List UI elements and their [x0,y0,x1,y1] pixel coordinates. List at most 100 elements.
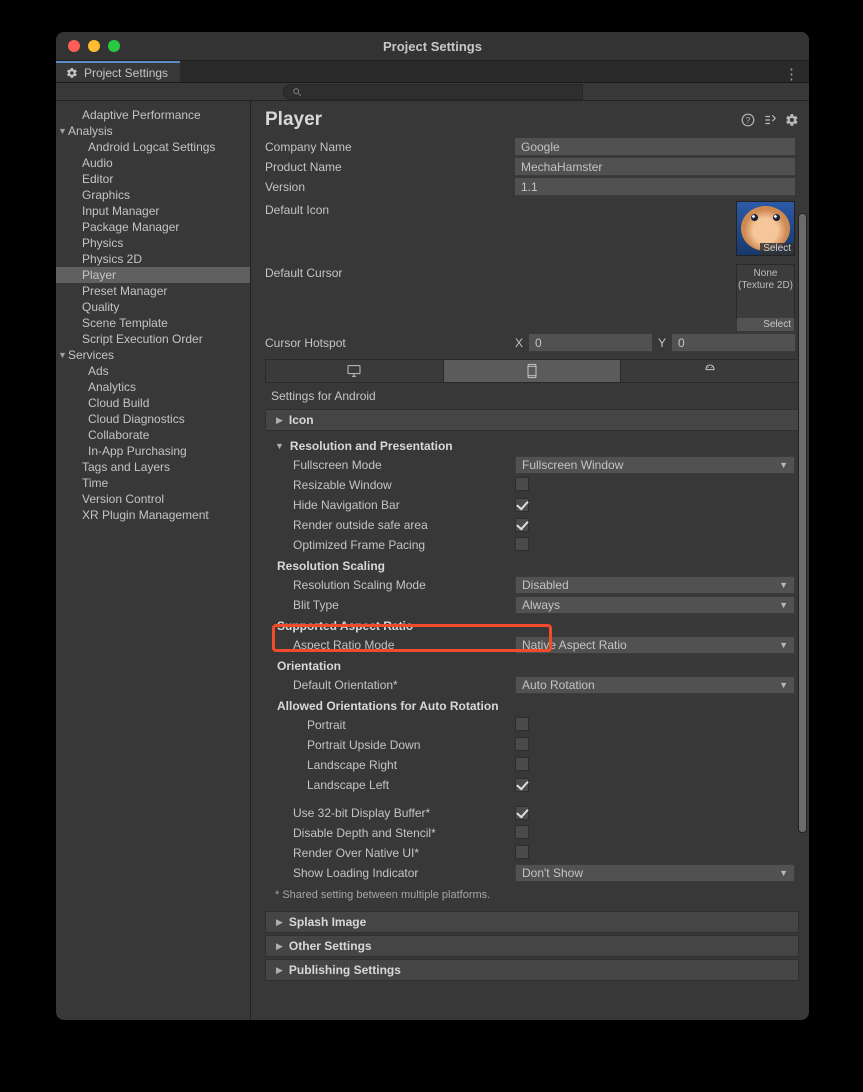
settings-icon[interactable] [785,113,799,127]
sidebar-item-xr-plugin-management[interactable]: XR Plugin Management [56,507,250,523]
section-icon[interactable]: ▶Icon [265,409,799,431]
sidebar-item-services[interactable]: ▼Services [56,347,250,363]
select-icon-button[interactable]: Select [760,243,794,255]
sidebar-item-cloud-build[interactable]: Cloud Build [56,395,250,411]
aspect-mode-dropdown[interactable]: Native Aspect Ratio▼ [515,636,795,654]
label-default-orientation: Default Orientation* [265,678,515,692]
sidebar-item-android-logcat-settings[interactable]: Android Logcat Settings [56,139,250,155]
default-orientation-dropdown[interactable]: Auto Rotation▼ [515,676,795,694]
sidebar-item-graphics[interactable]: Graphics [56,187,250,203]
section-publishing-settings[interactable]: ▶Publishing Settings [265,959,799,981]
sidebar-item-physics[interactable]: Physics [56,235,250,251]
cursor-hotspot-x-input[interactable] [529,334,652,352]
content-vertical-scrollbar[interactable] [798,213,807,1020]
sidebar-item-collaborate[interactable]: Collaborate [56,427,250,443]
render-over-native-ui-checkbox[interactable] [515,845,529,859]
section-resolution[interactable]: ▼Resolution and Presentation [265,437,799,455]
sidebar-item-package-manager[interactable]: Package Manager [56,219,250,235]
minimize-window-button[interactable] [88,40,100,52]
tab-overflow-menu[interactable]: ⋮ [784,65,799,83]
blit-type-dropdown[interactable]: Always▼ [515,596,795,614]
zoom-window-button[interactable] [108,40,120,52]
tab-project-settings[interactable]: Project Settings [56,61,180,82]
sidebar-item-script-execution-order[interactable]: Script Execution Order [56,331,250,347]
sidebar-item-label: Services [68,348,114,362]
sidebar-item-label: Analysis [68,124,113,138]
sidebar-item-quality[interactable]: Quality [56,299,250,315]
sidebar-item-in-app-purchasing[interactable]: In-App Purchasing [56,443,250,459]
label-portrait-upside: Portrait Upside Down [265,738,515,752]
label-disable-depth: Disable Depth and Stencil* [265,826,515,840]
label-blit-type: Blit Type [265,598,515,612]
help-icon[interactable]: ? [741,113,755,127]
sidebar-item-analysis[interactable]: ▼Analysis [56,123,250,139]
sidebar-item-label: Package Manager [82,220,179,234]
version-input[interactable] [515,178,795,196]
sidebar-item-adaptive-performance[interactable]: Adaptive Performance [56,107,250,123]
close-window-button[interactable] [68,40,80,52]
sidebar-item-label: Physics [82,236,123,250]
sidebar-item-player[interactable]: Player [56,267,250,283]
label-company-name: Company Name [265,140,515,154]
window-title: Project Settings [56,39,809,54]
sidebar-item-input-manager[interactable]: Input Manager [56,203,250,219]
label-fullscreen-mode: Fullscreen Mode [265,458,515,472]
sidebar-item-editor[interactable]: Editor [56,171,250,187]
default-icon-thumbnail[interactable]: Select [736,201,795,256]
label-32bit-buffer: Use 32-bit Display Buffer* [265,806,515,820]
resizable-window-checkbox[interactable] [515,477,529,491]
platform-tab-ios[interactable] [444,360,622,382]
portrait-checkbox[interactable] [515,717,529,731]
fullscreen-mode-dropdown[interactable]: Fullscreen Window▼ [515,456,795,474]
optimized-frame-pacing-checkbox[interactable] [515,537,529,551]
label-version: Version [265,180,515,194]
disable-depth-stencil-checkbox[interactable] [515,825,529,839]
scaling-mode-dropdown[interactable]: Disabled▼ [515,576,795,594]
sidebar-item-time[interactable]: Time [56,475,250,491]
section-splash-image[interactable]: ▶Splash Image [265,911,799,933]
sidebar-item-tags-and-layers[interactable]: Tags and Layers [56,459,250,475]
hide-nav-bar-checkbox[interactable] [515,498,529,512]
default-cursor-thumbnail[interactable]: None(Texture 2D) Select [736,264,795,319]
sidebar-item-label: Ads [88,364,109,378]
subheader-resolution-scaling: Resolution Scaling [251,555,809,575]
sidebar-item-label: Collaborate [88,428,149,442]
sidebar-item-ads[interactable]: Ads [56,363,250,379]
sidebar-item-label: Graphics [82,188,130,202]
sidebar-item-physics-2d[interactable]: Physics 2D [56,251,250,267]
sidebar-item-audio[interactable]: Audio [56,155,250,171]
label-resizable-window: Resizable Window [265,478,515,492]
gear-icon [66,67,78,79]
chevron-right-icon: ▶ [276,917,283,928]
sidebar-item-label: Android Logcat Settings [88,140,215,154]
sidebar-item-cloud-diagnostics[interactable]: Cloud Diagnostics [56,411,250,427]
search-row [56,83,809,101]
chevron-right-icon: ▶ [276,965,283,976]
landscape-left-checkbox[interactable] [515,778,529,792]
preset-icon[interactable] [763,113,777,127]
section-other-settings[interactable]: ▶Other Settings [265,935,799,957]
platform-tab-standalone[interactable] [266,360,444,382]
cursor-hotspot-y-input[interactable] [672,334,795,352]
sidebar-item-version-control[interactable]: Version Control [56,491,250,507]
search-input[interactable] [283,84,583,100]
label-x: X [515,336,523,350]
company-name-input[interactable] [515,138,795,156]
sidebar-item-analytics[interactable]: Analytics [56,379,250,395]
label-render-outside: Render outside safe area [265,518,515,532]
label-aspect-mode: Aspect Ratio Mode [265,638,515,652]
platform-tab-android[interactable] [621,360,798,382]
sidebar-item-label: Adaptive Performance [82,108,201,122]
sidebar-item-scene-template[interactable]: Scene Template [56,315,250,331]
render-outside-safe-area-checkbox[interactable] [515,518,529,532]
product-name-input[interactable] [515,158,795,176]
use-32bit-display-buffer-checkbox[interactable] [515,806,529,820]
sidebar-item-label: XR Plugin Management [82,508,209,522]
landscape-right-checkbox[interactable] [515,757,529,771]
sidebar-item-label: In-App Purchasing [88,444,187,458]
sidebar-item-preset-manager[interactable]: Preset Manager [56,283,250,299]
loading-indicator-dropdown[interactable]: Don't Show▼ [515,864,795,882]
window-controls [68,40,120,52]
portrait-upside-down-checkbox[interactable] [515,737,529,751]
select-cursor-button[interactable]: Select [737,318,794,331]
